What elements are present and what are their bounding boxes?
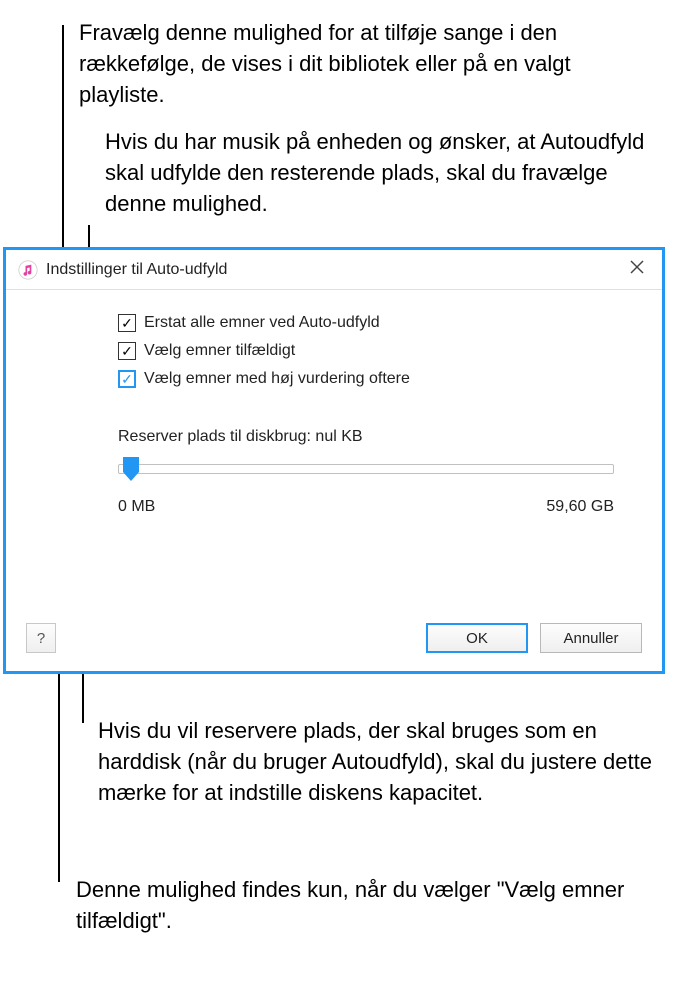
high-rating-label: Vælg emner med høj vurdering oftere	[144, 370, 410, 388]
annotation-high-rating-info: Denne mulighed findes kun, når du vælger…	[76, 875, 636, 937]
random-label: Vælg emner tilfældigt	[144, 342, 295, 360]
reserve-space-slider[interactable]	[118, 464, 614, 474]
annotation-slider: Hvis du vil reservere plads, der skal br…	[98, 716, 658, 808]
checkbox-row-random: Vælg emner tilfældigt	[118, 342, 642, 360]
titlebar: Indstillinger til Auto-udfyld	[6, 250, 662, 290]
help-button[interactable]: ?	[26, 623, 56, 653]
checkbox-row-high-rating: Vælg emner med høj vurdering oftere	[118, 370, 642, 388]
autofill-settings-dialog: Indstillinger til Auto-udfyld Erstat all…	[3, 247, 665, 674]
annotation-random-deselect: Fravælg denne mulighed for at tilføje sa…	[79, 18, 639, 110]
close-button[interactable]	[624, 258, 650, 281]
dialog-body: Erstat alle emner ved Auto-udfyld Vælg e…	[6, 290, 662, 671]
itunes-music-icon	[18, 260, 38, 280]
reserve-space-label: Reserver plads til diskbrug: nul KB	[118, 428, 614, 446]
replace-all-checkbox[interactable]	[118, 314, 136, 332]
slider-max-label: 59,60 GB	[546, 498, 614, 516]
ok-button[interactable]: OK	[426, 623, 528, 653]
replace-all-label: Erstat alle emner ved Auto-udfyld	[144, 314, 380, 332]
reserve-space-section: Reserver plads til diskbrug: nul KB 0 MB…	[118, 428, 614, 516]
slider-value-labels: 0 MB 59,60 GB	[118, 498, 614, 516]
high-rating-checkbox[interactable]	[118, 370, 136, 388]
dialog-button-row: OK Annuller	[426, 623, 642, 653]
checkbox-row-replace-all: Erstat alle emner ved Auto-udfyld	[118, 314, 642, 332]
cancel-button[interactable]: Annuller	[540, 623, 642, 653]
slider-thumb[interactable]	[122, 456, 140, 482]
dialog-title: Indstillinger til Auto-udfyld	[46, 261, 624, 279]
random-checkbox[interactable]	[118, 342, 136, 360]
slider-min-label: 0 MB	[118, 498, 155, 516]
annotation-replace-deselect: Hvis du har musik på enheden og ønsker, …	[105, 127, 665, 219]
